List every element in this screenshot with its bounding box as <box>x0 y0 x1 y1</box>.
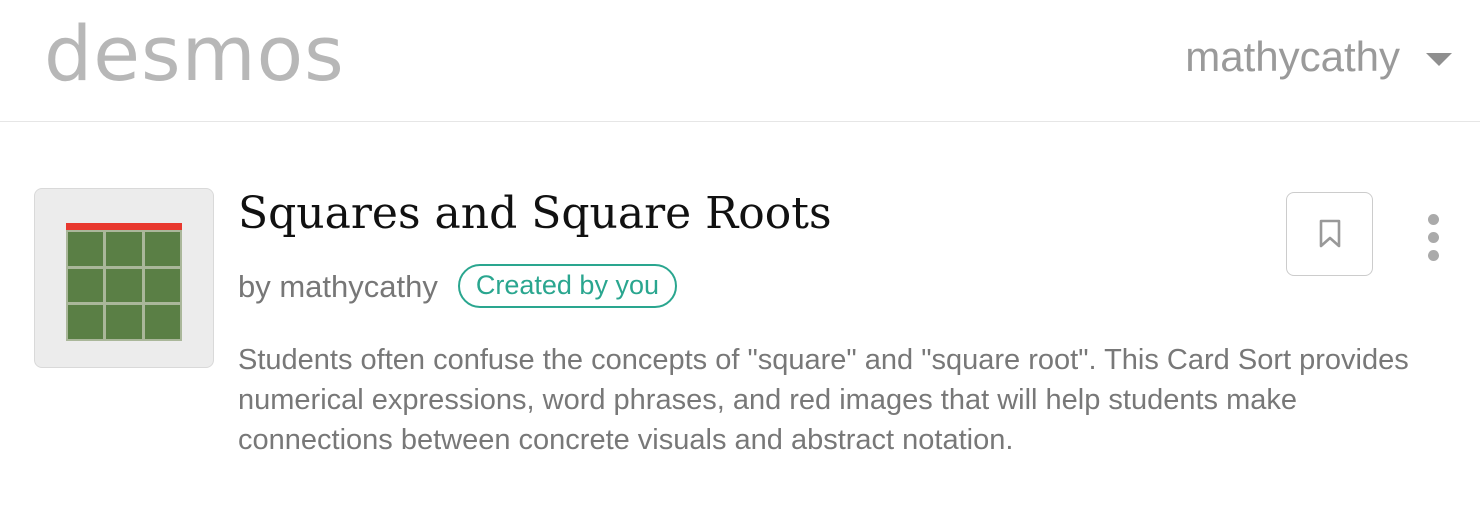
thumbnail-red-bar <box>66 223 182 230</box>
bookmark-icon <box>1319 219 1341 248</box>
username[interactable]: mathycathy <box>1185 36 1400 78</box>
activity-author: by mathycathy <box>238 268 438 304</box>
bookmark-button[interactable] <box>1286 192 1373 276</box>
activity-card: Squares and Square Roots by mathycathy C… <box>0 122 1480 510</box>
activity-meta: by mathycathy Created by you <box>238 264 677 308</box>
created-by-you-badge: Created by you <box>457 264 677 308</box>
user-menu[interactable]: mathycathy <box>1185 36 1452 78</box>
desmos-logo[interactable]: desmos <box>44 16 345 92</box>
activity-thumbnail[interactable] <box>34 188 214 368</box>
more-options-button[interactable] <box>1422 210 1446 262</box>
more-vertical-icon <box>1428 214 1439 225</box>
activity-description: Students often confuse the concepts of "… <box>238 344 1409 456</box>
top-bar: desmos mathycathy <box>0 0 1480 122</box>
square-grid-icon <box>66 230 182 341</box>
chevron-down-icon[interactable] <box>1426 52 1452 66</box>
activity-title[interactable]: Squares and Square Roots <box>238 189 832 238</box>
